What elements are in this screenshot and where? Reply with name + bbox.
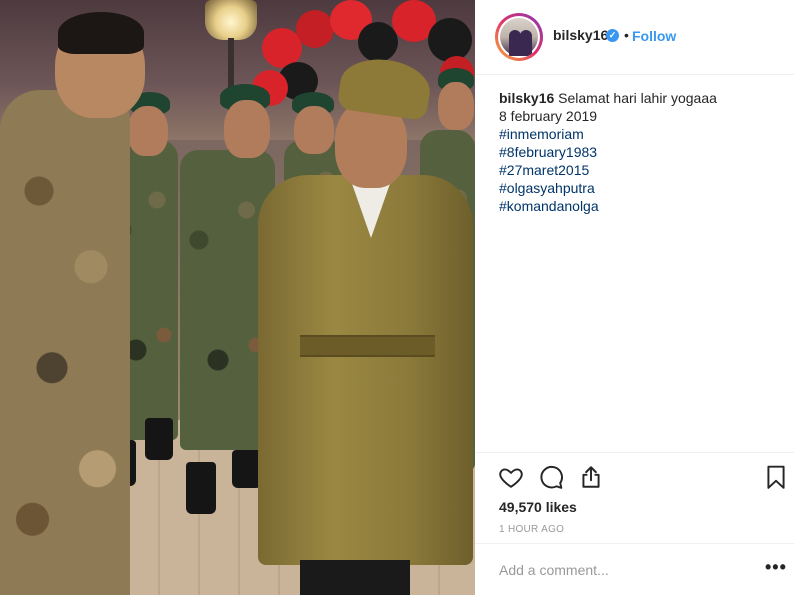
follow-button[interactable]: Follow	[632, 28, 676, 44]
soldier-head	[224, 100, 270, 158]
share-icon[interactable]	[578, 464, 604, 490]
more-options-button[interactable]: •••	[765, 557, 787, 578]
caption-date: 8 february 2019	[499, 108, 598, 124]
balloon	[358, 22, 398, 62]
comment-box: •••	[475, 543, 794, 595]
avatar-image	[498, 16, 540, 58]
officer-legs	[300, 560, 410, 595]
soldier-boot	[145, 418, 173, 460]
soldier-head	[294, 106, 334, 154]
balloon	[428, 18, 472, 62]
username-link[interactable]: bilsky16	[553, 27, 608, 43]
soldier-head	[438, 82, 474, 130]
action-bar	[475, 452, 794, 492]
avatar-photo	[500, 18, 538, 56]
hashtag-link[interactable]: #inmemoriam	[499, 125, 779, 143]
officer-coat	[258, 175, 473, 565]
soldier-boot	[186, 462, 216, 514]
soldier-head	[128, 106, 168, 156]
man-in-camouflage-hair	[58, 12, 144, 54]
verified-badge-icon: ✓	[606, 29, 619, 42]
caption-text: Selamat hari lahir yogaaa	[558, 90, 717, 106]
hashtag-link[interactable]: #8february1983	[499, 143, 779, 161]
avatar[interactable]	[495, 13, 543, 61]
bookmark-icon[interactable]	[763, 464, 789, 490]
separator-dot: •	[624, 27, 629, 43]
comment-input[interactable]	[499, 558, 739, 582]
balloon	[296, 10, 334, 48]
post-timestamp[interactable]: 1 HOUR AGO	[499, 524, 564, 535]
hashtag-link[interactable]: #olgasyahputra	[499, 179, 779, 197]
avatar-figure	[520, 30, 532, 56]
heart-icon[interactable]	[498, 464, 524, 490]
comment-bubble-icon[interactable]	[538, 464, 564, 490]
hashtag-link[interactable]: #komandanolga	[499, 197, 779, 215]
post-caption: bilsky16 Selamat hari lahir yogaaa 8 feb…	[499, 89, 779, 215]
likes-count[interactable]: 49,570 likes	[499, 499, 577, 515]
lamp	[205, 0, 257, 40]
man-in-camouflage	[0, 90, 130, 595]
caption-username-link[interactable]: bilsky16	[499, 90, 554, 106]
post-side-panel: bilsky16 ✓ • Follow bilsky16 Selamat har…	[475, 0, 794, 595]
post-photo[interactable]	[0, 0, 475, 595]
officer-belt	[300, 335, 435, 357]
hashtag-link[interactable]: #27maret2015	[499, 161, 779, 179]
post-header: bilsky16 ✓ • Follow	[475, 0, 794, 75]
